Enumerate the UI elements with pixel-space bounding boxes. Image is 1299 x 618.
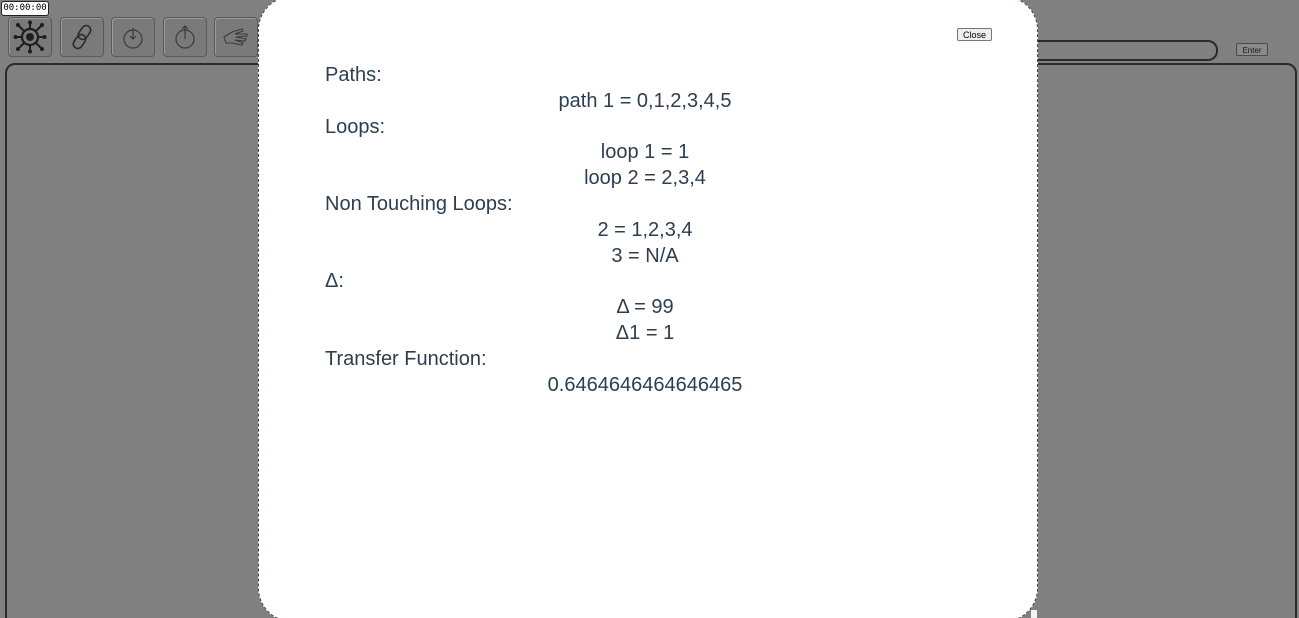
app-window: 00:00:00 Enter Close Paths: path 1 = 0,1… — [0, 0, 1299, 618]
delta-item: Δ = 99 — [616, 296, 674, 319]
input-node-icon — [119, 23, 147, 51]
node-hub-tool-button[interactable] — [8, 17, 52, 57]
timer-display: 00:00:00 — [1, 1, 49, 16]
input-node-tool-button[interactable] — [111, 17, 155, 57]
output-node-icon — [171, 23, 199, 51]
non-touching-item: 3 = N/A — [611, 244, 679, 267]
link-icon — [67, 22, 97, 52]
pointer-hand-icon — [220, 23, 252, 51]
pointer-hand-tool-button[interactable] — [214, 17, 258, 57]
paths-title: Paths: — [325, 64, 382, 86]
resize-grip[interactable] — [1031, 610, 1037, 618]
delta-item: Δ1 = 1 — [615, 321, 675, 344]
delta-title: Δ: — [325, 270, 344, 293]
results-content: Paths: path 1 = 0,1,2,3,4,5 Loops: loop … — [325, 63, 965, 398]
loop-item: loop 1 = 1 — [600, 141, 690, 164]
results-modal: Close Paths: path 1 = 0,1,2,3,4,5 Loops:… — [258, 0, 1038, 618]
non-touching-loops-title: Non Touching Loops: — [325, 192, 513, 215]
enter-button[interactable]: Enter — [1236, 43, 1268, 56]
transfer-function-title: Transfer Function: — [325, 347, 487, 370]
output-node-tool-button[interactable] — [163, 17, 207, 57]
loop-item: loop 2 = 2,3,4 — [584, 167, 706, 190]
link-tool-button[interactable] — [60, 17, 104, 57]
top-input-field[interactable] — [1010, 40, 1218, 61]
path-item: path 1 = 0,1,2,3,4,5 — [558, 89, 732, 112]
transfer-function-value: 0.6464646464646465 — [547, 373, 743, 396]
close-button[interactable]: Close — [957, 28, 992, 41]
loops-title: Loops: — [325, 115, 386, 138]
non-touching-item: 2 = 1,2,3,4 — [597, 218, 693, 241]
node-hub-icon — [13, 20, 47, 54]
